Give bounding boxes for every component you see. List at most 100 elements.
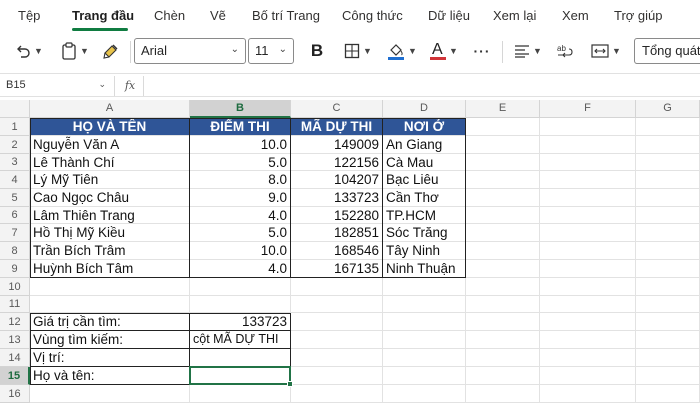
cell-exam-code[interactable]: 122156: [291, 154, 382, 170]
row-header-10[interactable]: 10: [0, 278, 30, 296]
cell-exam-code[interactable]: 152280: [291, 207, 382, 223]
column-header-f[interactable]: F: [540, 100, 636, 118]
cell-score[interactable]: 5.0: [190, 154, 290, 170]
header-diem-thi[interactable]: ĐIỂM THI: [190, 118, 290, 135]
cell-residence[interactable]: Cà Mau: [383, 154, 465, 170]
cell-score[interactable]: 10.0: [190, 242, 290, 259]
label-search-range[interactable]: Vùng tìm kiếm:: [30, 331, 189, 348]
merge-button[interactable]: ▼: [586, 33, 626, 69]
cell-score[interactable]: 5.0: [190, 224, 290, 241]
font-color-button[interactable]: A ▼: [424, 33, 464, 69]
select-all-corner[interactable]: [0, 100, 30, 118]
cell-exam-code[interactable]: 149009: [291, 136, 382, 153]
tab-formulas[interactable]: Công thức: [342, 8, 403, 23]
wrap-text-button[interactable]: ab: [552, 33, 578, 69]
number-format-select[interactable]: Tổng quát: [634, 38, 700, 64]
cell-score[interactable]: 10.0: [190, 136, 290, 153]
format-painter-button[interactable]: [98, 33, 124, 69]
row-header-7[interactable]: 7: [0, 224, 30, 242]
row-header-2[interactable]: 2: [0, 136, 30, 154]
row-header-11[interactable]: 11: [0, 296, 30, 313]
cell-residence[interactable]: An Giang: [383, 136, 465, 153]
font-size-select[interactable]: 11 ⌄: [248, 38, 294, 64]
cell-name[interactable]: Nguyễn Văn A: [30, 136, 189, 153]
label-position[interactable]: Vị trí:: [30, 349, 189, 366]
formula-bar: B15 ⌄ fx: [0, 73, 700, 97]
cell-exam-code[interactable]: 182851: [291, 224, 382, 241]
row-header-9[interactable]: 9: [0, 260, 30, 278]
label-search-value[interactable]: Giá trị cần tìm:: [30, 313, 189, 330]
borders-button[interactable]: ▼: [338, 33, 378, 69]
row-header-5[interactable]: 5: [0, 189, 30, 207]
tab-review[interactable]: Xem lại: [493, 8, 536, 23]
cell-score[interactable]: 8.0: [190, 171, 290, 188]
number-format-value: Tổng quát: [642, 43, 700, 58]
cell-name[interactable]: Lê Thành Chí: [30, 154, 189, 170]
fill-handle[interactable]: [287, 381, 293, 387]
row-header-6[interactable]: 6: [0, 207, 30, 224]
name-box[interactable]: B15 ⌄: [0, 76, 112, 96]
tab-draw[interactable]: Vẽ: [210, 8, 226, 23]
cell-score[interactable]: 9.0: [190, 189, 290, 206]
cell-name[interactable]: Trần Bích Trâm: [30, 242, 189, 259]
cell-exam-code[interactable]: 133723: [291, 189, 382, 206]
bold-button[interactable]: B: [304, 33, 330, 69]
row-header-1[interactable]: 1: [0, 118, 30, 136]
insert-function-button[interactable]: fx: [120, 76, 140, 96]
tab-insert[interactable]: Chèn: [154, 8, 185, 23]
cell-exam-code[interactable]: 167135: [291, 260, 382, 277]
column-header-a[interactable]: A: [30, 100, 190, 118]
cell-residence[interactable]: Tây Ninh: [383, 242, 465, 259]
row-header-16[interactable]: 16: [0, 385, 30, 403]
column-header-e[interactable]: E: [466, 100, 540, 118]
column-header-b[interactable]: B: [190, 100, 291, 118]
column-header-d[interactable]: D: [383, 100, 466, 118]
cell-residence[interactable]: TP.HCM: [383, 207, 465, 223]
header-ho-va-ten[interactable]: HỌ VÀ TÊN: [30, 118, 189, 135]
row-header-13[interactable]: 13: [0, 331, 30, 349]
cell-name[interactable]: Huỳnh Bích Tâm: [30, 260, 189, 277]
row-header-3[interactable]: 3: [0, 154, 30, 171]
tab-view[interactable]: Xem: [562, 8, 589, 23]
undo-button[interactable]: ▼: [12, 33, 46, 69]
more-options-button[interactable]: ···: [468, 33, 496, 69]
cell-residence[interactable]: Bạc Liêu: [383, 171, 465, 188]
cell-residence[interactable]: Sóc Trăng: [383, 224, 465, 241]
row-header-14[interactable]: 14: [0, 349, 30, 367]
cell-exam-code[interactable]: 168546: [291, 242, 382, 259]
tab-home[interactable]: Trang đầu: [72, 8, 134, 23]
spreadsheet-grid[interactable]: ABCDEFG 1 2 3 4 5 6 7 8 9 10 11 12 13 14 15 16 HỌ VÀ TÊ…: [0, 100, 700, 403]
cell-name[interactable]: Lâm Thiên Trang: [30, 207, 189, 223]
active-cell-selection[interactable]: [189, 366, 291, 385]
toolbar-divider: [502, 41, 503, 63]
header-noi-o[interactable]: NƠI Ở: [383, 118, 465, 135]
align-button[interactable]: ▼: [508, 33, 548, 69]
row-header-15[interactable]: 15: [0, 367, 30, 385]
cell-search-value[interactable]: 133723: [190, 313, 290, 330]
row-header-4[interactable]: 4: [0, 171, 30, 189]
tab-page-layout[interactable]: Bố trí Trang: [252, 8, 320, 23]
cell-residence[interactable]: Cần Thơ: [383, 189, 465, 206]
cell-exam-code[interactable]: 104207: [291, 171, 382, 188]
column-header-c[interactable]: C: [291, 100, 383, 118]
fill-color-button[interactable]: ▼: [382, 33, 422, 69]
paste-button[interactable]: ▼: [58, 33, 92, 69]
row-header-12[interactable]: 12: [0, 313, 30, 331]
cell-name[interactable]: Cao Ngọc Châu: [30, 189, 189, 206]
cell-name[interactable]: Hồ Thị Mỹ Kiều: [30, 224, 189, 241]
table-border-vertical: [290, 118, 291, 278]
cell-search-range[interactable]: cột MÃ DỰ THI: [190, 331, 290, 348]
font-name-select[interactable]: Arial ⌄: [134, 38, 246, 64]
label-full-name[interactable]: Họ và tên:: [30, 367, 189, 384]
cell-name[interactable]: Lý Mỹ Tiên: [30, 171, 189, 188]
cell-score[interactable]: 4.0: [190, 260, 290, 277]
column-header-g[interactable]: G: [636, 100, 700, 118]
tab-data[interactable]: Dữ liệu: [428, 8, 470, 23]
tab-help[interactable]: Trợ giúp: [614, 8, 663, 23]
tab-file[interactable]: Tệp: [18, 8, 40, 23]
cell-score[interactable]: 4.0: [190, 207, 290, 223]
header-ma-du-thi[interactable]: MÃ DỰ THI: [291, 118, 382, 135]
cell-position[interactable]: [190, 349, 290, 366]
row-header-8[interactable]: 8: [0, 242, 30, 260]
cell-residence[interactable]: Ninh Thuận: [383, 260, 465, 277]
